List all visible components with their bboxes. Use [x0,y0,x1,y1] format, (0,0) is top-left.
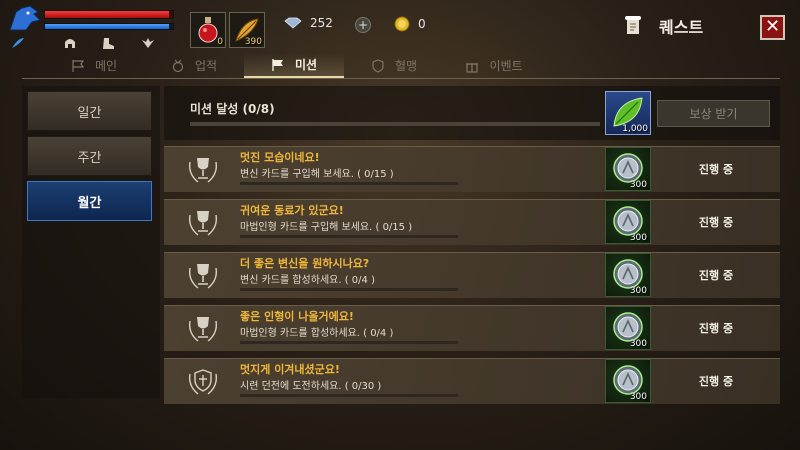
mp-bar [44,23,174,30]
mission-row[interactable]: 좋은 인형이 나올거에요! 마법인형 카드를 합성하세요. ( 0/4 ) 300 진… [164,305,780,351]
sidebar-item-monthly[interactable]: 월간 [27,181,152,221]
mission-title: 멋지게 이겨내셨군요! [240,363,340,376]
tab-clan[interactable]: 혈맹 [344,53,444,78]
close-button[interactable]: ✕ [760,15,785,40]
diamond-icon [284,17,302,29]
shield-icon [372,58,384,73]
mission-status: 진행 중 [698,216,734,229]
top-hud: 0 390 252 + 0 퀘스트 ✕ [0,0,800,52]
tab-missions[interactable]: 미션 [244,53,344,78]
claim-reward-button[interactable]: 보상 받기 [657,100,770,127]
potion-count: 0 [217,37,223,47]
mission-status: 진행 중 [698,322,734,335]
window-title: 퀘스트 [625,14,703,38]
mission-row[interactable]: 더 좋은 변신을 원하시나요? 변신 카드를 합성하세요. ( 0/4 ) 300 진… [164,252,780,298]
wings-icon [142,38,154,48]
mission-progress-bar [240,182,458,185]
period-sidebar: 일간 주간 월간 [22,86,160,398]
mission-reward-count: 300 [629,339,647,349]
sidebar-item-weekly[interactable]: 주간 [27,136,152,176]
scroll-icon [625,16,641,34]
gem-amount: 252 [310,16,333,30]
item-count: 390 [244,37,262,47]
mission-panel: 미션 달성 (0/8) 1,000 보상 받기 멋진 모습이네요! 변신 카드를 … [164,86,780,404]
mission-progress-bar [240,288,458,291]
summary-progress-bar [190,122,600,126]
mission-reward-count: 300 [629,180,647,190]
mission-reward[interactable]: 300 [605,306,651,350]
mission-progress-bar [240,341,458,344]
summary-reward-count: 1,000 [622,124,648,134]
medal-icon [172,59,184,72]
gift-icon [466,62,479,73]
potion-slot[interactable]: 0 [190,12,226,48]
mission-description: 변신 카드를 구입해 보세요. ( 0/15 ) [240,169,394,180]
mission-reward[interactable]: 300 [605,147,651,191]
mission-reward-count: 300 [629,392,647,402]
wolf-emblem-icon[interactable] [6,4,44,34]
mission-reward[interactable]: 300 [605,253,651,297]
trophy-laurel-icon [188,158,218,183]
mission-title: 귀여운 동료가 있군요! [240,204,344,217]
boot-icon [103,38,114,49]
mission-reward[interactable]: 300 [605,359,651,403]
mission-progress-bar [240,235,458,238]
flag-outline-icon [72,59,85,72]
mission-title: 좋은 인형이 나올거에요! [240,310,354,323]
add-currency-button[interactable]: + [355,17,371,33]
mission-reward-count: 300 [629,233,647,243]
mission-reward-count: 300 [629,286,647,296]
hp-bar [44,10,174,19]
mission-title: 멋진 모습이네요! [240,151,320,164]
trophy-laurel-icon [188,317,218,342]
gem-currency: 252 [284,16,333,30]
mission-summary: 미션 달성 (0/8) 1,000 보상 받기 [164,86,780,140]
mission-description: 마법인형 카드를 합성하세요. ( 0/4 ) [240,328,394,339]
mission-status: 진행 중 [698,269,734,282]
mission-description: 시련 던전에 도전하세요. ( 0/30 ) [240,381,382,392]
helmet-icon [65,39,75,48]
trophy-laurel-icon [188,211,218,236]
summary-title: 미션 달성 (0/8) [190,102,275,116]
summary-reward[interactable]: 1,000 [605,91,651,135]
mission-status: 진행 중 [698,163,734,176]
mission-row[interactable]: 멋지게 이겨내셨군요! 시련 던전에 도전하세요. ( 0/30 ) 300 진행 중 [164,358,780,404]
flag-icon [272,58,283,71]
mission-progress-bar [240,394,458,397]
gold-currency: 0 [394,16,426,32]
mission-description: 변신 카드를 합성하세요. ( 0/4 ) [240,275,375,286]
mission-title: 더 좋은 변신을 원하시나요? [240,257,370,270]
tab-events[interactable]: 이벤트 [444,53,544,78]
trophy-laurel-icon [188,264,218,289]
tab-main[interactable]: 메인 [44,53,144,78]
sidebar-item-daily[interactable]: 일간 [27,91,152,131]
shield-laurel-icon [188,369,218,395]
mission-reward[interactable]: 300 [605,200,651,244]
mission-row[interactable]: 멋진 모습이네요! 변신 카드를 구입해 보세요. ( 0/15 ) 300 진행 중 [164,146,780,192]
category-tabs: 메인 업적 미션 혈맹 이벤트 [22,53,780,79]
blue-feather-icon [12,38,24,48]
item-slot[interactable]: 390 [229,12,265,48]
gold-coin-icon [394,16,410,32]
gold-amount: 0 [418,17,426,31]
window-title-label: 퀘스트 [659,18,704,37]
mission-row[interactable]: 귀여운 동료가 있군요! 마법인형 카드를 구입해 보세요. ( 0/15 ) 30… [164,199,780,245]
tab-achievements[interactable]: 업적 [144,53,244,78]
mission-status: 진행 중 [698,375,734,388]
mission-description: 마법인형 카드를 구입해 보세요. ( 0/15 ) [240,222,413,233]
